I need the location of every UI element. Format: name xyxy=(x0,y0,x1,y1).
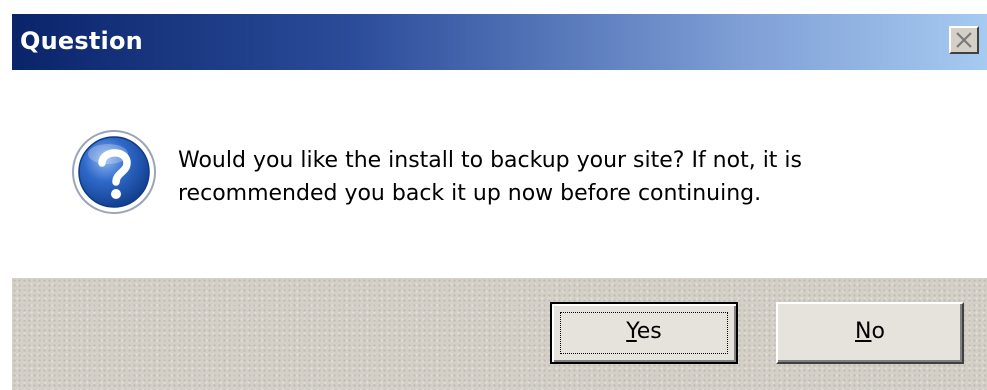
close-x-icon xyxy=(956,32,972,48)
question-mark-icon xyxy=(72,130,156,214)
dialog-title: Question xyxy=(20,27,143,55)
message-line-2: recommended you back it up now before co… xyxy=(178,181,762,206)
dialog-top-margin xyxy=(0,0,987,14)
message-line-1: Would you like the install to backup you… xyxy=(178,148,803,173)
no-button[interactable]: No xyxy=(776,302,964,364)
close-button[interactable] xyxy=(949,26,979,54)
button-bar: Yes No xyxy=(12,278,987,390)
yes-button[interactable]: Yes xyxy=(550,302,738,364)
yes-label-rest: es xyxy=(636,319,662,344)
dialog-left-margin xyxy=(0,0,12,390)
dialog-message: Would you like the install to backup you… xyxy=(178,144,958,210)
no-label-rest: o xyxy=(871,319,885,344)
no-accelerator: N xyxy=(855,319,872,344)
yes-accelerator: Y xyxy=(626,319,637,344)
question-dialog: Question Would you like the install to b… xyxy=(0,0,987,390)
dialog-body: Would you like the install to backup you… xyxy=(12,70,987,278)
title-bar[interactable]: Question xyxy=(12,14,987,70)
